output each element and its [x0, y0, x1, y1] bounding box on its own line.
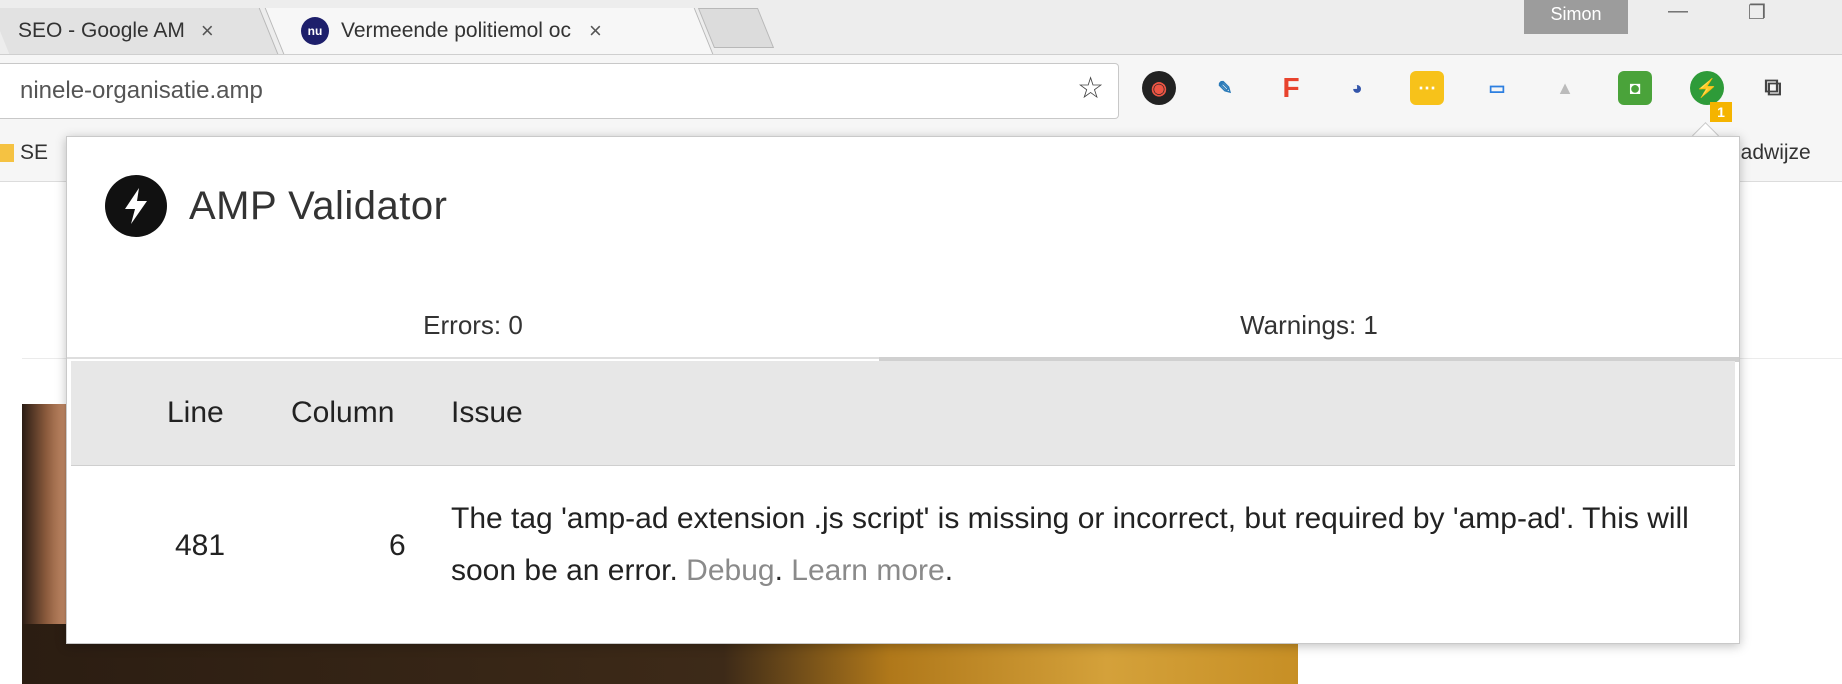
punctuation: .: [774, 554, 783, 587]
popup-title: AMP Validator: [189, 183, 448, 228]
debug-link[interactable]: Debug: [686, 554, 774, 587]
shield-extension-icon[interactable]: ◘: [1618, 71, 1652, 105]
bookmark-star-icon[interactable]: ☆: [1077, 74, 1104, 104]
cell-issue: The tag 'amp-ad extension .js script' is…: [451, 493, 1691, 597]
dots-extension-icon[interactable]: ⋯: [1410, 71, 1444, 105]
tab-title: Vermeende politiemol oc: [341, 19, 571, 42]
column-header-line: Line: [167, 396, 224, 429]
close-tab-icon[interactable]: ×: [201, 8, 214, 54]
table-row: 481 6 The tag 'amp-ad extension .js scri…: [71, 467, 1735, 627]
color-picker-extension-icon[interactable]: ◉: [1142, 71, 1176, 105]
tag-extension-icon[interactable]: ▭: [1480, 71, 1514, 105]
restore-icon[interactable]: ❐: [1748, 0, 1766, 30]
result-tabs: Errors: 0 Warnings: 1: [67, 293, 1739, 362]
drive-extension-icon[interactable]: ▲: [1548, 71, 1582, 105]
table-header: Line Column Issue: [71, 361, 1735, 466]
learn-more-link[interactable]: Learn more: [791, 554, 944, 587]
cell-column: 6: [389, 529, 406, 562]
nu-logo-icon: nu: [301, 17, 329, 45]
issue-text: The tag 'amp-ad extension .js script' is…: [451, 502, 1689, 587]
tab-warnings[interactable]: Warnings: 1: [879, 293, 1739, 362]
bookmark-folder[interactable]: SE: [0, 141, 48, 165]
close-tab-icon[interactable]: ×: [589, 8, 602, 54]
eyedropper-extension-icon[interactable]: ✎: [1208, 71, 1242, 105]
punctuation: .: [944, 554, 954, 587]
popup-header: AMP Validator: [105, 175, 447, 237]
browser-toolbar: ninele-organisatie.amp ☆ ◉ ✎ F ◕ ⋯ ▭ ▲ ◘…: [0, 55, 1842, 129]
profile-button[interactable]: Simon: [1524, 0, 1628, 34]
browser-tab-active[interactable]: nu Vermeende politiemol oc ×: [264, 8, 714, 54]
browser-tab-seo[interactable]: SEO - Google AM ×: [0, 8, 279, 54]
new-tab-button[interactable]: [697, 8, 775, 48]
column-header-issue: Issue: [451, 396, 523, 429]
extension-badge: 1: [1710, 102, 1732, 122]
column-header-column: Column: [291, 396, 395, 429]
folder-icon: [0, 144, 14, 162]
speed-extension-icon[interactable]: ◕: [1340, 71, 1374, 105]
other-bookmarks[interactable]: ladwijze: [1736, 141, 1811, 165]
cast-icon[interactable]: ⧉: [1756, 71, 1790, 105]
tab-title: SEO - Google AM: [18, 19, 185, 42]
minimize-icon[interactable]: —: [1668, 0, 1688, 30]
tab-strip: SEO - Google AM × nu Vermeende politiemo…: [0, 0, 1842, 55]
amp-lightning-icon: [105, 175, 167, 237]
tab-errors[interactable]: Errors: 0: [67, 293, 879, 359]
address-bar[interactable]: ninele-organisatie.amp ☆: [0, 63, 1119, 119]
f-extension-icon[interactable]: F: [1274, 71, 1308, 105]
cell-line: 481: [175, 529, 226, 562]
url-text: ninele-organisatie.amp: [20, 77, 263, 104]
amp-validator-extension-icon[interactable]: ⚡: [1690, 71, 1724, 105]
bookmark-label: SE: [20, 141, 49, 164]
amp-validator-popup: AMP Validator Errors: 0 Warnings: 1 Line…: [66, 136, 1740, 644]
